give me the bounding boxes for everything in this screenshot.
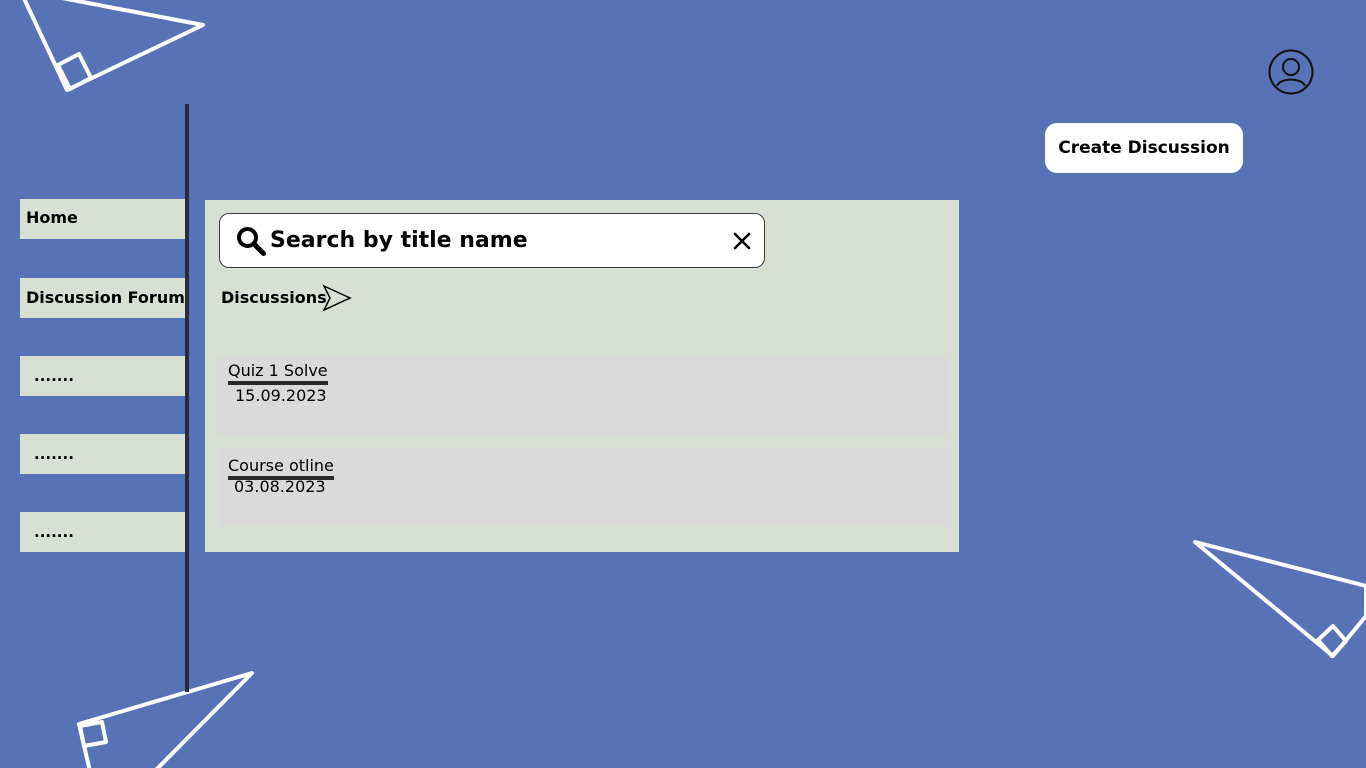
decorative-triangle-bottom-left (77, 671, 254, 768)
sidebar-item-label: ....... (34, 523, 74, 541)
sidebar-item-home[interactable]: Home (20, 199, 185, 239)
send-arrow-icon[interactable] (322, 284, 352, 312)
sidebar-item-label: Home (26, 208, 78, 227)
sidebar-item-label: ....... (34, 367, 74, 385)
sidebar-item-label: ....... (34, 445, 74, 463)
discussion-date: 15.09.2023 (235, 386, 327, 405)
search-input[interactable] (270, 222, 710, 258)
sidebar-divider (185, 104, 189, 692)
sidebar-item-placeholder-1[interactable]: ....... (20, 356, 185, 396)
decorative-right-angle-mark (78, 720, 108, 748)
discussion-date: 03.08.2023 (234, 477, 326, 496)
decorative-triangle-top-left (22, 0, 205, 92)
discussions-panel: Discussions Quiz 1 Solve 15.09.2023 Cour… (205, 200, 959, 552)
discussion-list-item[interactable]: Course otline 03.08.2023 (219, 447, 951, 526)
close-icon[interactable] (732, 231, 752, 251)
section-title: Discussions (221, 288, 327, 307)
search-bar (219, 213, 765, 268)
sidebar-item-placeholder-3[interactable]: ....... (20, 512, 185, 552)
discussion-title[interactable]: Quiz 1 Solve (228, 361, 328, 385)
discussion-list-item[interactable]: Quiz 1 Solve 15.09.2023 (217, 357, 949, 435)
create-discussion-button[interactable]: Create Discussion (1045, 123, 1243, 173)
decorative-right-angle-mark (56, 52, 93, 91)
sidebar-item-label: Discussion Forum (26, 288, 185, 307)
search-icon (237, 227, 266, 256)
profile-avatar-icon[interactable] (1268, 49, 1314, 95)
sidebar-item-placeholder-2[interactable]: ....... (20, 434, 185, 474)
decorative-right-angle-mark (1316, 624, 1348, 658)
sidebar-item-discussion-forum[interactable]: Discussion Forum (20, 278, 185, 318)
decorative-triangle-right (1193, 540, 1366, 658)
